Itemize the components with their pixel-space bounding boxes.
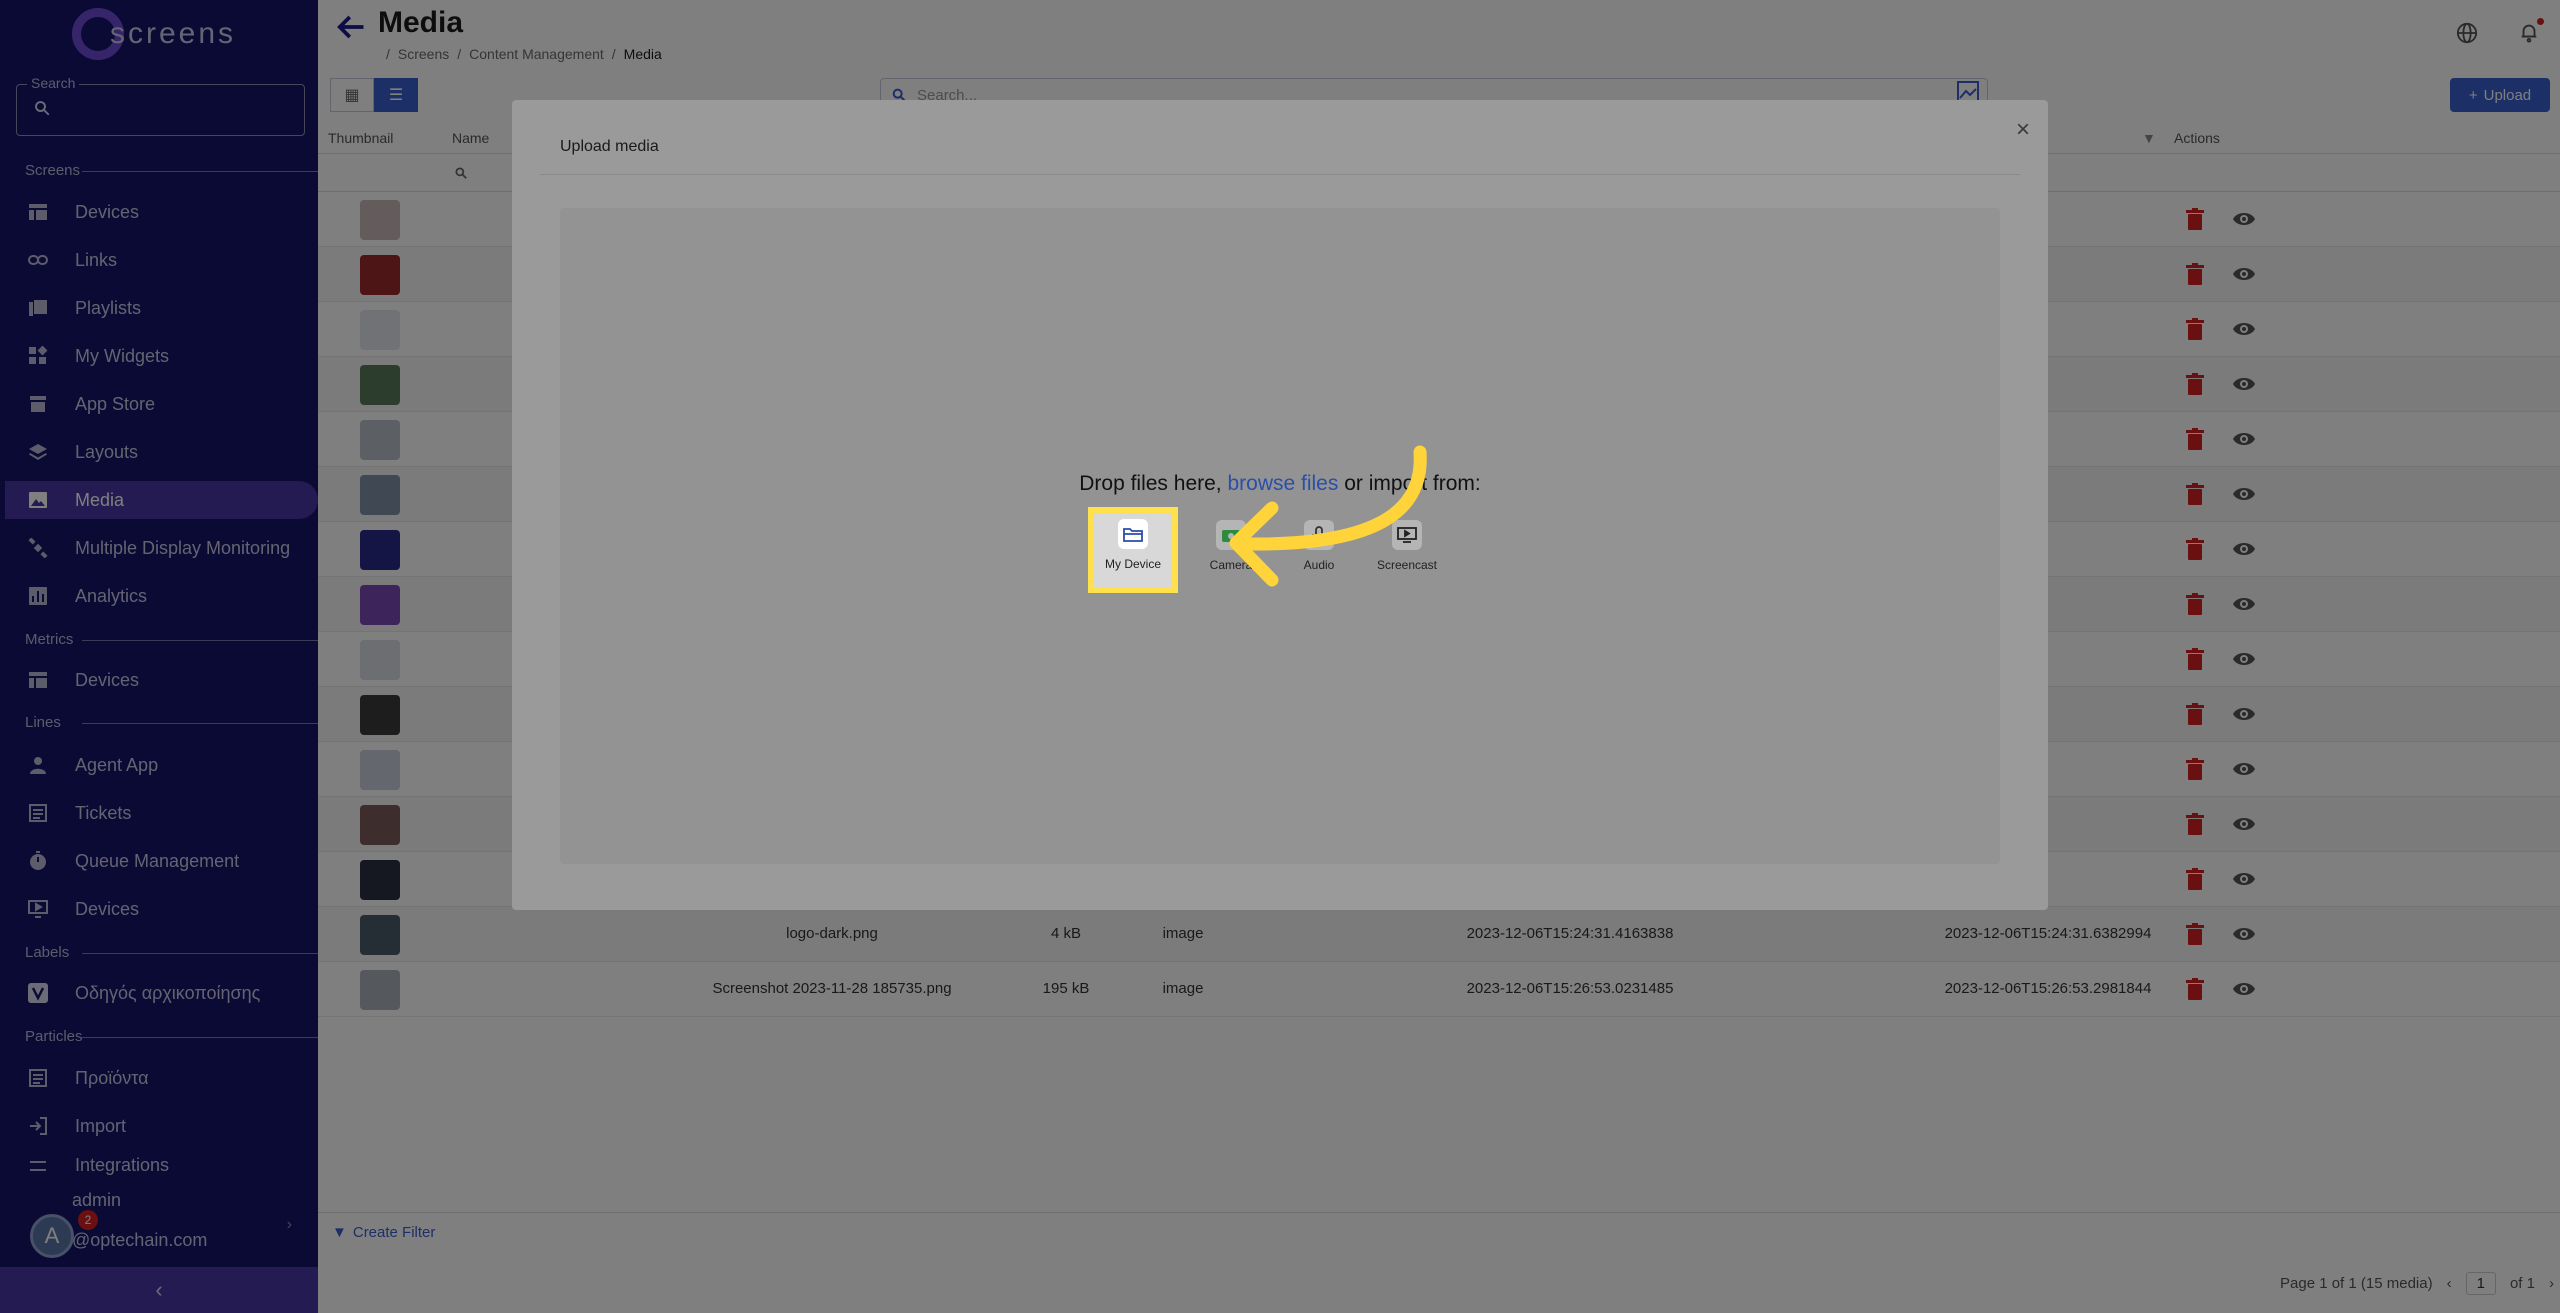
screencast-icon (1392, 520, 1422, 550)
source-my-device-button[interactable]: My Device (1088, 507, 1178, 593)
dialog-title: Upload media (560, 138, 659, 155)
source-label: Audio (1303, 558, 1335, 572)
upload-media-dialog: Upload media × Drop files here, browse f… (512, 100, 2048, 910)
browse-files-link[interactable]: browse files (1227, 472, 1338, 495)
source-screencast-button[interactable]: Screencast (1372, 514, 1442, 586)
file-drop-zone[interactable]: Drop files here, browse files or import … (560, 208, 2000, 864)
close-icon[interactable]: × (2016, 116, 2030, 144)
dialog-divider (540, 174, 2020, 175)
drop-suffix: or import from: (1344, 472, 1481, 495)
folder-icon (1118, 519, 1148, 549)
camera-icon (1216, 520, 1246, 550)
source-label: My Device (1104, 557, 1161, 571)
source-label: Screencast (1376, 558, 1438, 572)
drop-instructions: Drop files here, browse files or import … (560, 472, 2000, 496)
import-sources: My Device Camera Audio Screencast (1088, 507, 1442, 593)
source-camera-button[interactable]: Camera (1196, 514, 1266, 586)
drop-prefix: Drop files here, (1079, 472, 1222, 495)
microphone-icon (1304, 520, 1334, 550)
source-audio-button[interactable]: Audio (1284, 514, 1354, 586)
source-label: Camera (1209, 558, 1253, 572)
